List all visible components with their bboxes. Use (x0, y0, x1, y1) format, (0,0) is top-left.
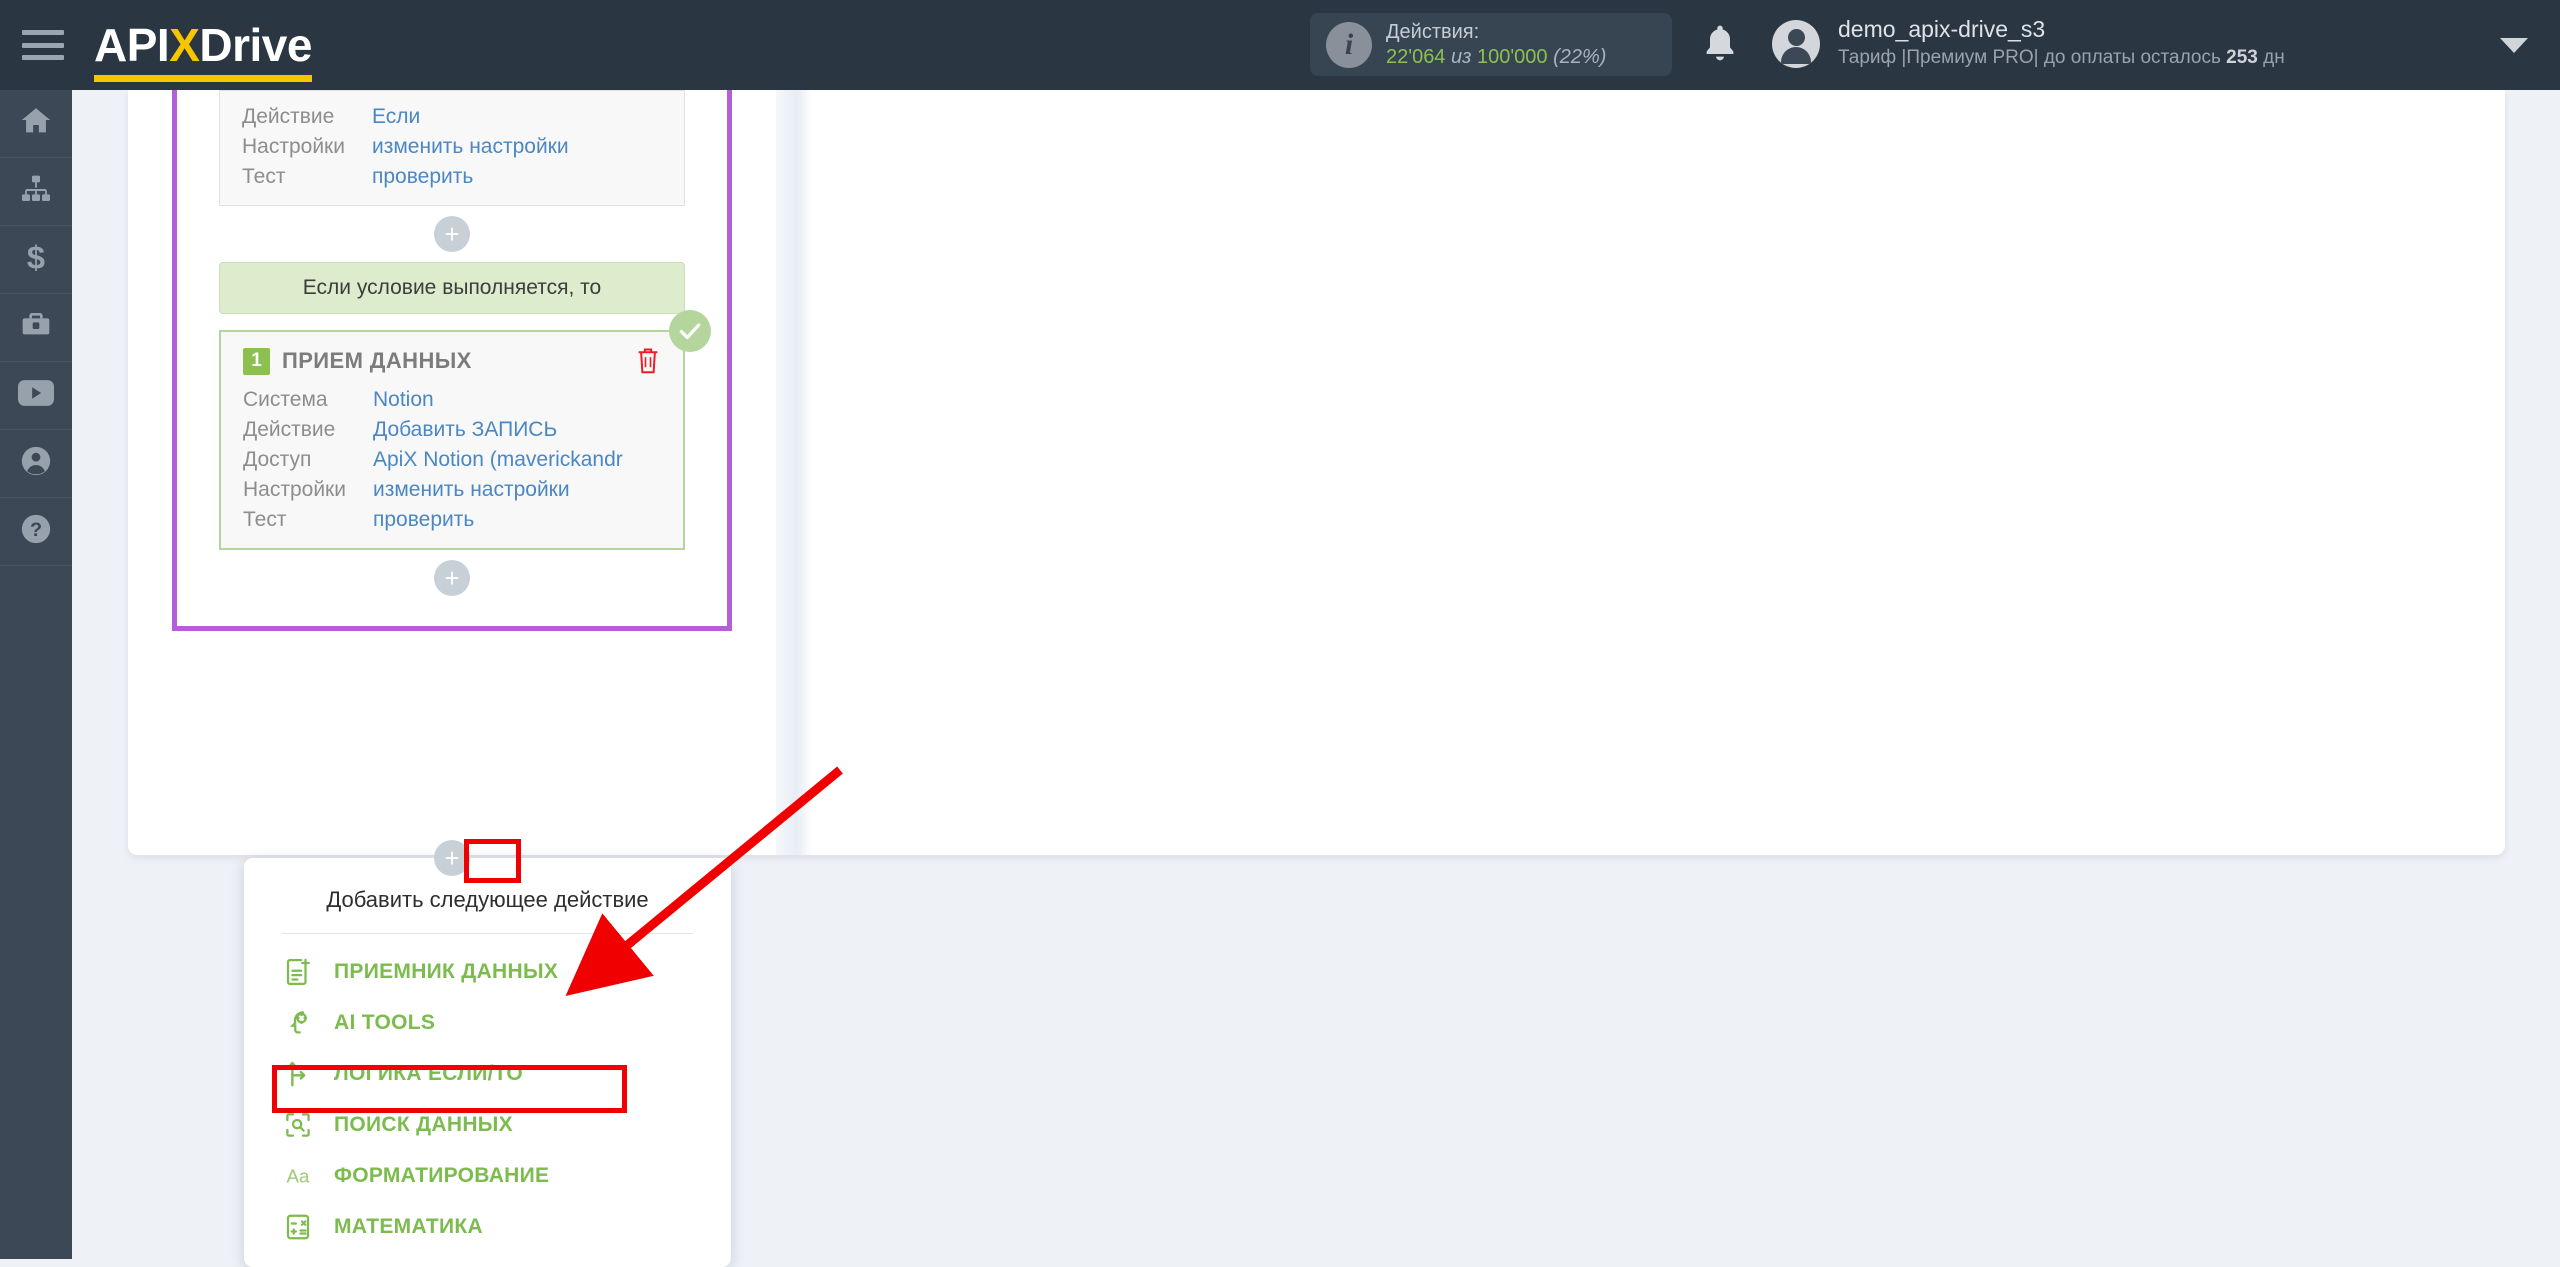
dropdown-item-label: AI TOOLS (334, 1010, 436, 1034)
receiver-card-title: ПРИЕМ ДАННЫХ (282, 348, 472, 373)
if-row-key-2: Тест (242, 165, 286, 188)
actions-quota-box[interactable]: i Действия: 22'064 из 100'000 (22%) (1310, 13, 1672, 76)
add-action-dropdown: Добавить следующее действие ПРИЕМНИК ДАН… (244, 858, 731, 1267)
dropdown-item-data-search[interactable]: ПОИСК ДАННЫХ (244, 1099, 731, 1150)
receiver-row-key-1: Действие (243, 418, 336, 441)
receiver-card-header: 1 ПРИЕМ ДАННЫХ (243, 346, 661, 376)
ai-brain-icon (282, 1007, 314, 1039)
apixdrive-logo[interactable]: APIXDrive (94, 18, 312, 82)
search-data-icon (282, 1109, 314, 1141)
add-step-button-2[interactable]: + (434, 560, 470, 596)
receiver-row-value-3[interactable]: изменить настройки (373, 478, 661, 502)
receiver-row-key-0: Система (243, 388, 328, 411)
if-row-value-0[interactable]: Если (372, 105, 662, 129)
add-step-button-1[interactable]: + (434, 216, 470, 252)
logo-text-x: X (169, 19, 200, 71)
dropdown-item-label: ПРИЕМНИК ДАННЫХ (334, 959, 559, 983)
document-add-icon (282, 956, 314, 988)
add-step-row-1: + (177, 206, 727, 262)
actions-of: из (1451, 45, 1472, 68)
step-number: 1 (243, 347, 270, 375)
user-info[interactable]: demo_apix-drive_s3 Тариф |Премиум PRO| д… (1838, 14, 2285, 71)
dropdown-item-label: ЛОГИКА ЕСЛИ/ТО (334, 1061, 524, 1085)
sidebar-item-profile[interactable] (0, 430, 72, 498)
sidebar-item-help[interactable]: ? (0, 498, 72, 566)
logo-underline (94, 75, 312, 82)
dropdown-item-if-then-logic[interactable]: ЛОГИКА ЕСЛИ/ТО (244, 1048, 731, 1099)
user-avatar-icon[interactable] (1772, 20, 1820, 68)
dropdown-item-label: ПОИСК ДАННЫХ (334, 1112, 513, 1136)
svg-text:$: $ (27, 240, 45, 274)
briefcase-icon (20, 309, 52, 346)
sidebar-item-video[interactable] (0, 362, 72, 430)
sidebar-item-connections[interactable] (0, 158, 72, 226)
receiver-row-key-4: Тест (243, 508, 287, 531)
top-header-bar: APIXDrive i Действия: 22'064 из 100'000 … (0, 0, 2560, 90)
dropdown-list: ПРИЕМНИК ДАННЫХ AI TOOLS ЛОГИКА ЕСЛИ/ТО … (244, 934, 731, 1252)
left-sidebar: $ ? (0, 90, 72, 1259)
logo-text-api: API (94, 19, 170, 71)
svg-text:?: ? (30, 519, 42, 541)
connections-icon (20, 173, 52, 210)
home-icon (19, 104, 53, 143)
plan-days: 253 (2226, 47, 2258, 69)
user-circle-icon (19, 444, 53, 483)
hamburger-menu-icon[interactable] (22, 30, 64, 60)
highlight-box-plus-button (464, 839, 521, 883)
actions-used: 22'064 (1386, 45, 1446, 68)
help-icon: ? (19, 512, 53, 551)
dropdown-item-data-receiver[interactable]: ПРИЕМНИК ДАННЫХ (244, 946, 731, 997)
sidebar-item-billing[interactable]: $ (0, 226, 72, 294)
calculator-icon (282, 1211, 314, 1243)
receiver-row-key-2: Доступ (243, 448, 312, 471)
scroll-divider (776, 90, 812, 855)
if-row-key-0: Действие (242, 105, 335, 128)
dropdown-item-math[interactable]: МАТЕМАТИКА (244, 1201, 731, 1252)
receiver-data-card[interactable]: 1 ПРИЕМ ДАННЫХ Система Notion Действие Д… (219, 310, 711, 550)
if-action-card[interactable]: Действие Если Настройки изменить настрой… (219, 90, 685, 206)
check-circle-icon (669, 310, 711, 352)
info-icon: i (1326, 21, 1372, 68)
receiver-row-value-1[interactable]: Добавить ЗАПИСЬ (373, 418, 661, 442)
actions-total: 100'000 (1476, 45, 1548, 68)
dropdown-item-label: МАТЕМАТИКА (334, 1214, 483, 1238)
condition-bar: Если условие выполняется, то (219, 262, 685, 314)
chevron-down-icon[interactable] (2500, 38, 2528, 53)
sidebar-item-home[interactable] (0, 90, 72, 158)
if-row-key-1: Настройки (242, 135, 345, 158)
dropdown-item-label: ФОРМАТИРОВАНИЕ (334, 1163, 550, 1187)
logo-text-drive: Drive (199, 19, 312, 71)
actions-percent: (22%) (1553, 45, 1607, 68)
if-row-value-2[interactable]: проверить (372, 165, 662, 189)
page-canvas: Действие Если Настройки изменить настрой… (72, 90, 2560, 1267)
add-next-action-row: + (172, 836, 732, 880)
receiver-row-value-4[interactable]: проверить (373, 508, 661, 532)
receiver-row-key-3: Настройки (243, 478, 346, 501)
flow-column: Действие Если Настройки изменить настрой… (172, 90, 732, 631)
dollar-icon: $ (20, 239, 52, 279)
user-name: demo_apix-drive_s3 (1838, 16, 2046, 42)
dropdown-item-ai-tools[interactable]: AI TOOLS (244, 997, 731, 1048)
dropdown-item-formatting[interactable]: Aa ФОРМАТИРОВАНИЕ (244, 1150, 731, 1201)
receiver-row-value-0[interactable]: Notion (373, 388, 661, 412)
svg-text:Aa: Aa (286, 1165, 310, 1186)
bell-icon[interactable] (1700, 22, 1740, 66)
branch-logic-icon (282, 1058, 314, 1090)
add-step-row-2: + (177, 550, 727, 606)
trash-icon[interactable] (635, 346, 661, 376)
sidebar-item-business[interactable] (0, 294, 72, 362)
text-format-icon: Aa (282, 1160, 314, 1192)
user-plan: Тариф |Премиум PRO| до оплаты осталось 2… (1838, 45, 2285, 71)
actions-label: Действия: (1386, 20, 1480, 43)
branch-frame: Действие Если Настройки изменить настрой… (172, 90, 732, 631)
plan-suffix: дн (2257, 47, 2285, 69)
if-row-value-1[interactable]: изменить настройки (372, 135, 662, 159)
youtube-icon (18, 379, 54, 412)
receiver-row-value-2[interactable]: ApiX Notion (maverickandr (373, 448, 661, 472)
plan-prefix: Тариф |Премиум PRO| до оплаты осталось (1838, 47, 2227, 69)
